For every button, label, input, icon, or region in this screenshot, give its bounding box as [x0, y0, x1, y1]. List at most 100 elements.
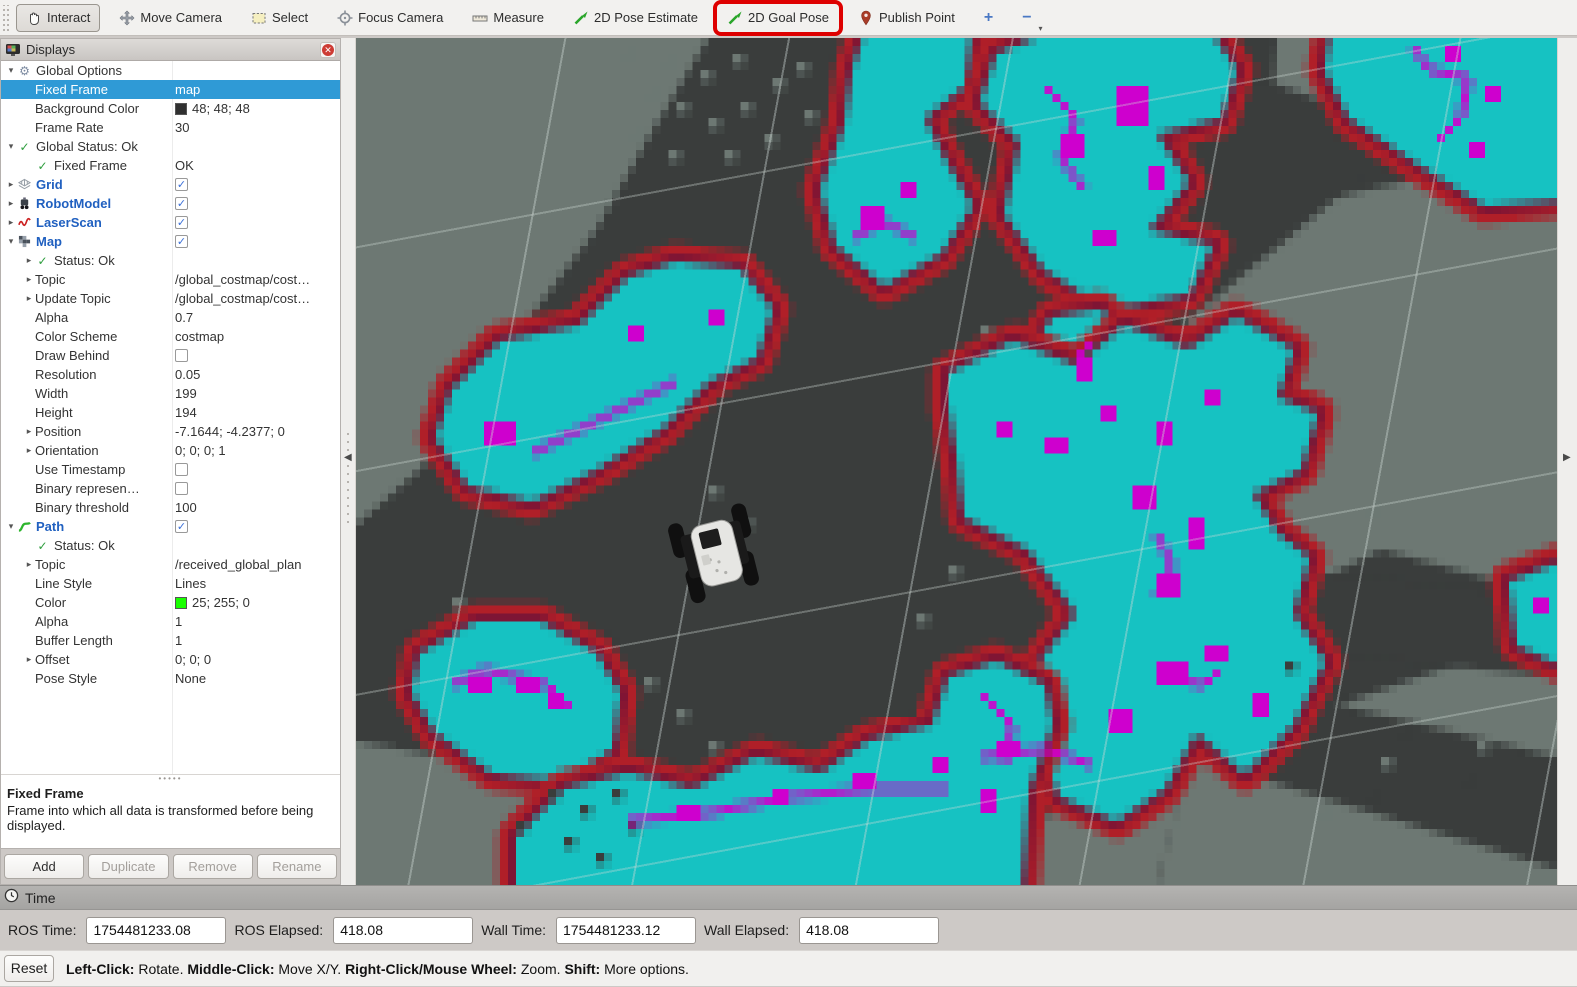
expander-icon[interactable]: ▸: [5, 217, 17, 228]
checkbox-checked[interactable]: ✓: [175, 216, 188, 229]
property-value[interactable]: 100: [173, 500, 340, 515]
property-value[interactable]: ✓: [173, 235, 340, 248]
tree-row-laserscan[interactable]: ▸LaserScan✓: [1, 213, 340, 232]
add-button[interactable]: Add: [4, 854, 84, 879]
property-value[interactable]: ✓: [173, 178, 340, 191]
tool-select[interactable]: Select: [241, 4, 318, 32]
dropdown-caret-icon[interactable]: ▾: [1039, 24, 1043, 33]
tree-row-offset[interactable]: ▸Offset0; 0; 0: [1, 650, 340, 669]
tree-row-use-timestamp[interactable]: Use Timestamp: [1, 460, 340, 479]
checkbox-unchecked[interactable]: [175, 463, 188, 476]
tree-row-fixed-frame[interactable]: Fixed Framemap: [1, 80, 340, 99]
property-value[interactable]: 30: [173, 120, 340, 135]
tree-row-grid[interactable]: ▸Grid✓: [1, 175, 340, 194]
property-value[interactable]: costmap: [173, 329, 340, 344]
collapse-left-icon[interactable]: ◀: [344, 452, 352, 463]
checkbox-unchecked[interactable]: [175, 349, 188, 362]
property-value[interactable]: 199: [173, 386, 340, 401]
checkbox-checked[interactable]: ✓: [175, 520, 188, 533]
property-value[interactable]: ✓: [173, 520, 340, 533]
checkbox-unchecked[interactable]: [175, 482, 188, 495]
property-value[interactable]: [173, 463, 340, 476]
tree-row-robotmodel[interactable]: ▸RobotModel✓: [1, 194, 340, 213]
expander-icon[interactable]: ▸: [5, 179, 17, 190]
tree-row-line-style[interactable]: Line StyleLines: [1, 574, 340, 593]
expander-icon[interactable]: ▸: [23, 293, 35, 304]
tree-row-alpha[interactable]: Alpha1: [1, 612, 340, 631]
property-value[interactable]: ✓: [173, 197, 340, 210]
property-value[interactable]: 194: [173, 405, 340, 420]
expander-icon[interactable]: ▸: [23, 559, 35, 570]
time-field-input-wall-elapsed[interactable]: [799, 917, 939, 944]
panel-splitter-handle[interactable]: •••••: [1, 774, 340, 782]
property-value[interactable]: 0; 0; 0; 1: [173, 443, 340, 458]
tree-row-resolution[interactable]: Resolution0.05: [1, 365, 340, 384]
property-value[interactable]: 25; 255; 0: [173, 595, 340, 610]
property-value[interactable]: -7.1644; -4.2377; 0: [173, 424, 340, 439]
property-value[interactable]: [173, 349, 340, 362]
tree-row-draw-behind[interactable]: Draw Behind: [1, 346, 340, 365]
viewport-left-splitter[interactable]: ◀: [341, 38, 356, 885]
property-value[interactable]: OK: [173, 158, 340, 173]
tool-interact[interactable]: Interact: [16, 4, 100, 32]
expander-icon[interactable]: ▸: [23, 445, 35, 456]
property-value[interactable]: [173, 482, 340, 495]
expander-icon[interactable]: ▸: [23, 255, 35, 266]
expander-icon[interactable]: ▾: [5, 141, 17, 152]
tree-row-alpha[interactable]: Alpha0.7: [1, 308, 340, 327]
tree-row-color[interactable]: Color25; 255; 0: [1, 593, 340, 612]
tool-focus-camera[interactable]: Focus Camera: [327, 4, 453, 32]
panel-close-button[interactable]: ✕: [320, 42, 336, 58]
tree-row-width[interactable]: Width199: [1, 384, 340, 403]
tree-row-pose-style[interactable]: Pose StyleNone: [1, 669, 340, 688]
checkbox-checked[interactable]: ✓: [175, 178, 188, 191]
tree-row-map[interactable]: ▾Map✓: [1, 232, 340, 251]
expander-icon[interactable]: ▸: [23, 274, 35, 285]
tool-publish-point[interactable]: Publish Point: [848, 4, 965, 32]
expander-icon[interactable]: ▾: [5, 65, 17, 76]
checkbox-checked[interactable]: ✓: [175, 197, 188, 210]
property-value[interactable]: /received_global_plan: [173, 557, 340, 572]
property-value[interactable]: Lines: [173, 576, 340, 591]
tree-row-topic[interactable]: ▸Topic/received_global_plan: [1, 555, 340, 574]
tree-row-frame-rate[interactable]: Frame Rate30: [1, 118, 340, 137]
tree-row-position[interactable]: ▸Position-7.1644; -4.2377; 0: [1, 422, 340, 441]
time-field-input-ros-elapsed[interactable]: [333, 917, 473, 944]
tool-2d-goal-pose[interactable]: 2D Goal Pose: [717, 4, 839, 32]
tree-row-buffer-length[interactable]: Buffer Length1: [1, 631, 340, 650]
property-value[interactable]: 48; 48; 48: [173, 101, 340, 116]
property-value[interactable]: 0.05: [173, 367, 340, 382]
property-value[interactable]: ✓: [173, 216, 340, 229]
checkbox-checked[interactable]: ✓: [175, 235, 188, 248]
time-field-input-ros-time[interactable]: [86, 917, 226, 944]
toolbar-drag-handle[interactable]: [2, 5, 10, 31]
tree-row-status-ok[interactable]: ✓Status: Ok: [1, 536, 340, 555]
tree-row-binary-threshold[interactable]: Binary threshold100: [1, 498, 340, 517]
property-value[interactable]: 1: [173, 633, 340, 648]
tool-measure[interactable]: Measure: [462, 4, 554, 32]
expander-icon[interactable]: ▸: [5, 198, 17, 209]
expander-icon[interactable]: ▾: [5, 521, 17, 532]
property-value[interactable]: 0.7: [173, 310, 340, 325]
tree-row-status-ok[interactable]: ▸✓Status: Ok: [1, 251, 340, 270]
tree-row-global-status-ok[interactable]: ▾✓Global Status: Ok: [1, 137, 340, 156]
property-value[interactable]: 0; 0; 0: [173, 652, 340, 667]
property-value[interactable]: None: [173, 671, 340, 686]
time-field-input-wall-time[interactable]: [556, 917, 696, 944]
tree-row-global-options[interactable]: ▾⚙Global Options: [1, 61, 340, 80]
3d-viewport[interactable]: [356, 38, 1557, 885]
tree-row-height[interactable]: Height194: [1, 403, 340, 422]
property-value[interactable]: map: [173, 82, 340, 97]
tree-row-color-scheme[interactable]: Color Schemecostmap: [1, 327, 340, 346]
tree-row-orientation[interactable]: ▸Orientation0; 0; 0; 1: [1, 441, 340, 460]
property-value[interactable]: /global_costmap/cost…: [173, 272, 340, 287]
tree-row-background-color[interactable]: Background Color48; 48; 48: [1, 99, 340, 118]
tool-[interactable]: −▾: [1012, 3, 1041, 33]
expander-icon[interactable]: ▸: [23, 654, 35, 665]
costmap-canvas[interactable]: [356, 38, 1557, 885]
expander-icon[interactable]: ▸: [23, 426, 35, 437]
property-value[interactable]: 1: [173, 614, 340, 629]
tool-2d-pose-estimate[interactable]: 2D Pose Estimate: [563, 4, 708, 32]
viewport-right-splitter[interactable]: ▶: [1557, 38, 1577, 885]
tree-row-topic[interactable]: ▸Topic/global_costmap/cost…: [1, 270, 340, 289]
